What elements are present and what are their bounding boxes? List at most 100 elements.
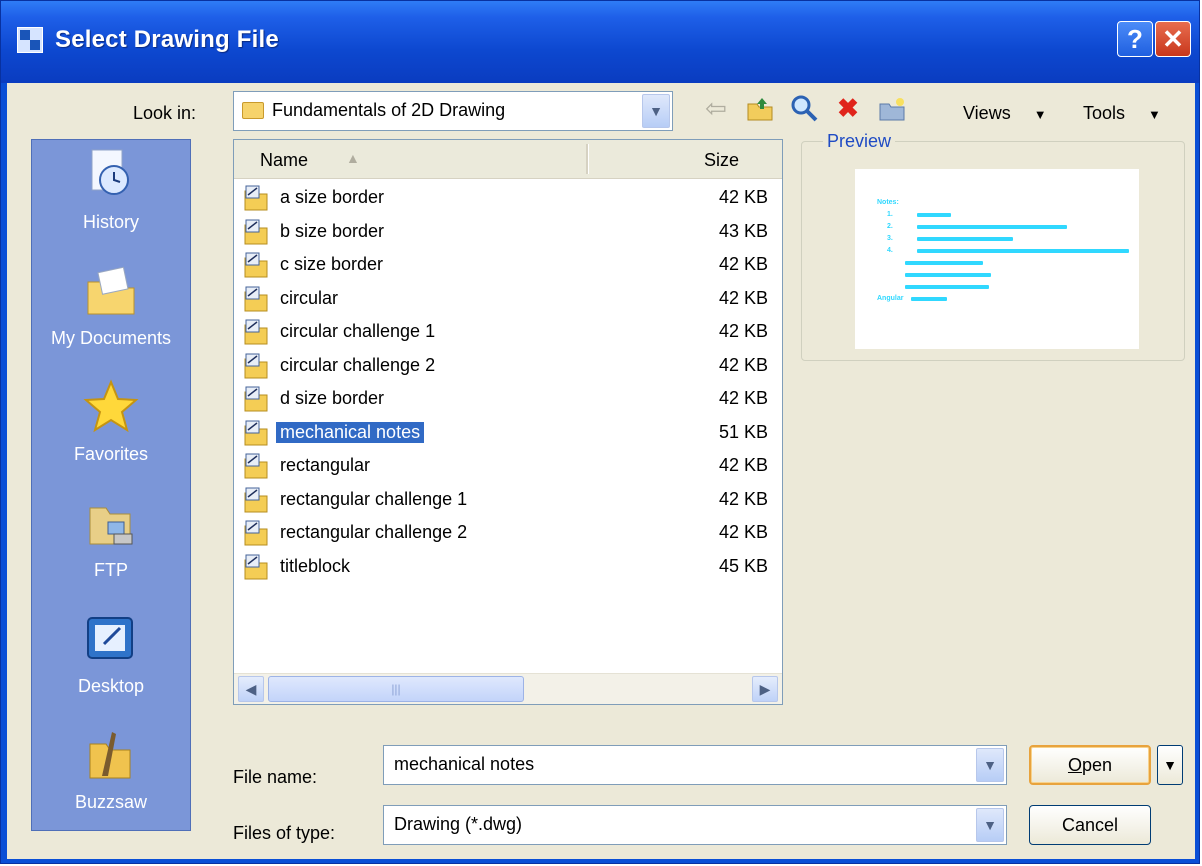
- open-button[interactable]: Open: [1029, 745, 1151, 785]
- cancel-button[interactable]: Cancel: [1029, 805, 1151, 845]
- file-row[interactable]: mechanical notes 51 KB: [234, 417, 782, 450]
- file-name-input[interactable]: mechanical notes ▼: [383, 745, 1007, 785]
- file-row[interactable]: c size border 42 KB: [234, 249, 782, 282]
- back-icon[interactable]: ⇦: [701, 93, 731, 123]
- place-label: Favorites: [73, 444, 149, 464]
- file-row[interactable]: titleblock 45 KB: [234, 551, 782, 584]
- column-divider[interactable]: [586, 144, 589, 174]
- select-drawing-file-dialog: Select Drawing File ? ✕ Look in: Fundame…: [0, 0, 1200, 864]
- file-name-label: File name:: [233, 767, 318, 787]
- look-in-label: Look in:: [133, 103, 197, 123]
- file-name-value: mechanical notes: [394, 754, 535, 774]
- preview-text-blur: [917, 213, 951, 217]
- close-button[interactable]: ✕: [1155, 21, 1191, 57]
- preview-notes-heading: Notes:: [877, 199, 899, 206]
- place-ftp[interactable]: FTP: [32, 488, 190, 604]
- file-name: d size border: [280, 388, 385, 408]
- dwg-file-icon: [244, 386, 268, 412]
- dwg-file-icon: [244, 420, 268, 445]
- place-label: Buzzsaw: [74, 792, 148, 812]
- file-name: mechanical notes: [276, 421, 425, 443]
- file-list[interactable]: Name ▲ Size a size border 42 KB b size bor…: [233, 139, 783, 705]
- look-in-dropdown[interactable]: Fundamentals of 2D Drawing ▼: [233, 91, 673, 131]
- new-folder-icon[interactable]: [877, 93, 907, 123]
- place-favorites[interactable]: Favorites: [32, 372, 190, 488]
- preview-item-number: 1.: [887, 211, 893, 218]
- help-button[interactable]: ?: [1117, 21, 1153, 57]
- dialog-title: Select Drawing File: [55, 26, 279, 53]
- preview-image: Notes: 1. 2. 3. 4. Angular: [855, 169, 1139, 349]
- file-row[interactable]: d size border 42 KB: [234, 383, 782, 416]
- file-name: c size border: [280, 254, 384, 274]
- tools-menu[interactable]: Tools ▼: [1083, 103, 1161, 124]
- title-bar[interactable]: Select Drawing File ? ✕: [1, 1, 1199, 83]
- file-name: circular challenge 2: [280, 354, 436, 375]
- dwg-file-icon: [244, 487, 268, 512]
- my-documents-icon: [87, 266, 135, 315]
- file-name: titleblock: [280, 555, 351, 576]
- preview-text-blur: [905, 261, 983, 265]
- preview-title: Preview: [823, 131, 896, 152]
- look-in-value: Fundamentals of 2D Drawing: [272, 100, 506, 120]
- file-name: a size border: [280, 187, 385, 207]
- file-row[interactable]: rectangular challenge 1 42 KB: [234, 484, 782, 517]
- places-bar: History My Documents Favorites FTP Deskt…: [31, 139, 191, 831]
- file-row[interactable]: rectangular challenge 2 42 KB: [234, 517, 782, 550]
- preview-text-blur: [917, 225, 1067, 229]
- folder-icon: [242, 102, 264, 119]
- chevron-down-icon[interactable]: ▼: [642, 94, 670, 128]
- files-of-type-label: Files of type:: [233, 823, 336, 843]
- preview-item-number: 2.: [887, 223, 893, 230]
- scroll-left-icon[interactable]: ◀: [238, 676, 264, 702]
- file-row[interactable]: rectangular 42 KB: [234, 450, 782, 483]
- delete-icon[interactable]: ✖: [833, 93, 863, 123]
- history-icon: [91, 149, 129, 195]
- column-name-header[interactable]: Name: [260, 150, 308, 171]
- column-header: Name ▲ Size: [234, 140, 782, 179]
- file-size: 42 KB: [718, 388, 768, 408]
- place-label: FTP: [94, 560, 128, 580]
- file-size: 42 KB: [718, 522, 768, 542]
- file-name: rectangular challenge 1: [280, 488, 468, 509]
- scroll-right-icon[interactable]: ▶: [752, 676, 778, 702]
- file-size: 42 KB: [718, 254, 768, 274]
- file-size: 42 KB: [718, 321, 768, 341]
- file-name: b size border: [280, 220, 385, 241]
- scroll-thumb[interactable]: |||: [268, 676, 524, 702]
- up-folder-icon[interactable]: [745, 93, 775, 123]
- file-row[interactable]: circular challenge 1 42 KB: [234, 316, 782, 349]
- dwg-file-icon: [244, 286, 268, 311]
- buzzsaw-icon: [89, 732, 131, 779]
- chevron-down-icon[interactable]: ▼: [976, 808, 1004, 842]
- tools-dropdown-icon: ▼: [1148, 107, 1161, 122]
- preview-text-blur: [905, 285, 989, 289]
- search-icon[interactable]: [789, 93, 819, 123]
- preview-item-number: 4.: [887, 247, 893, 254]
- file-row[interactable]: circular challenge 2 42 KB: [234, 350, 782, 383]
- file-row[interactable]: a size border 42 KB: [234, 182, 782, 215]
- place-my-documents[interactable]: My Documents: [32, 256, 190, 372]
- views-menu[interactable]: Views ▼: [963, 103, 1047, 124]
- place-buzzsaw[interactable]: Buzzsaw: [32, 720, 190, 836]
- file-row[interactable]: circular 42 KB: [234, 283, 782, 316]
- dialog-body: Look in: Fundamentals of 2D Drawing ▼ ⇦ …: [7, 83, 1195, 859]
- place-history[interactable]: History: [32, 140, 190, 256]
- file-row[interactable]: b size border 43 KB: [234, 216, 782, 249]
- horizontal-scrollbar[interactable]: ◀ ||| ▶: [234, 673, 782, 704]
- column-size-header[interactable]: Size: [704, 150, 739, 171]
- preview-angular-label: Angular: [877, 295, 904, 302]
- dwg-file-icon: [244, 185, 268, 211]
- dwg-file-icon: [244, 319, 268, 345]
- dwg-file-icon: [244, 353, 268, 378]
- files-of-type-value: Drawing (*.dwg): [394, 814, 523, 834]
- place-desktop[interactable]: Desktop: [32, 604, 190, 720]
- preview-item-number: 3.: [887, 235, 893, 242]
- ftp-icon: [89, 507, 133, 545]
- files-of-type-dropdown[interactable]: Drawing (*.dwg) ▼: [383, 805, 1007, 845]
- file-size: 51 KB: [718, 421, 768, 442]
- open-options-button[interactable]: ▼: [1157, 745, 1183, 785]
- file-name: circular challenge 1: [280, 321, 436, 341]
- chevron-down-icon[interactable]: ▼: [976, 748, 1004, 782]
- file-size: 45 KB: [718, 555, 768, 576]
- place-label: History: [82, 212, 139, 232]
